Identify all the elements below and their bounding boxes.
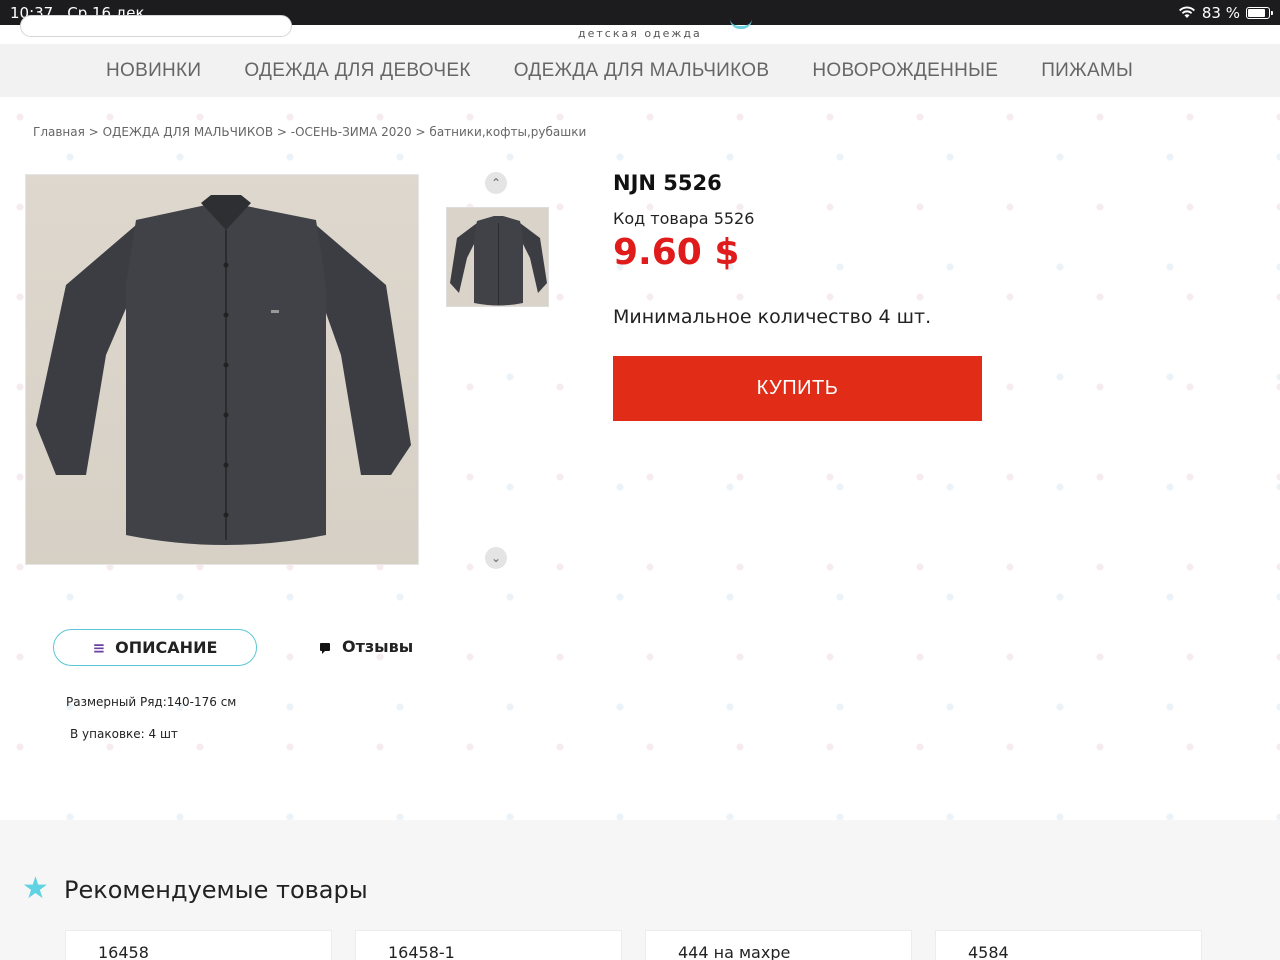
tab-description[interactable]: ≡ ОПИСАНИЕ [53, 629, 257, 666]
tab-reviews-label: Отзывы [342, 637, 414, 656]
comment-icon [320, 642, 330, 654]
recommended-card[interactable]: 444 на махре [645, 930, 912, 960]
recommended-card-title: 16458-1 [388, 943, 455, 960]
breadcrumb-season[interactable]: -ОСЕНЬ-ЗИМА 2020 [291, 125, 412, 139]
product-price: 9.60 $ [613, 232, 740, 273]
site-header: детская одежда [0, 15, 1280, 44]
thumbnail-up-button[interactable]: ⌃ [485, 172, 507, 194]
battery-percent: 83 % [1201, 3, 1240, 22]
logo-subtitle: детская одежда [578, 27, 702, 40]
minimum-quantity: Минимальное количество 4 шт. [613, 306, 932, 328]
breadcrumb-current: батники,кофты,рубашки [429, 125, 587, 139]
recommended-card[interactable]: 4584 [935, 930, 1202, 960]
recommended-card[interactable]: 16458-1 [355, 930, 622, 960]
breadcrumb-separator: > [415, 125, 426, 139]
product-main-image[interactable] [25, 174, 419, 565]
nav-item-new[interactable]: НОВИНКИ [106, 60, 201, 82]
nav-item-boys[interactable]: ОДЕЖДА ДЛЯ МАЛЬЧИКОВ [514, 60, 770, 82]
nav-item-newborn[interactable]: НОВОРОЖДЕННЫЕ [812, 60, 998, 82]
recommended-card[interactable]: 16458 [65, 930, 332, 960]
recommended-title: Рекомендуемые товары [64, 876, 368, 904]
breadcrumb-boys[interactable]: ОДЕЖДА ДЛЯ МАЛЬЧИКОВ [103, 125, 274, 139]
logo-mark [730, 19, 752, 29]
chevron-up-icon: ⌃ [490, 176, 502, 190]
tab-description-label: ОПИСАНИЕ [115, 638, 218, 657]
battery-icon [1246, 6, 1273, 19]
menu-icon: ≡ [92, 638, 106, 657]
buy-button[interactable]: КУПИТЬ [613, 356, 982, 421]
recommended-card-title: 16458 [98, 943, 149, 960]
tab-reviews[interactable]: Отзывы [320, 637, 413, 656]
nav-item-girls[interactable]: ОДЕЖДА ДЛЯ ДЕВОЧЕК [244, 60, 470, 82]
chevron-down-icon: ⌄ [490, 551, 502, 565]
breadcrumb-home[interactable]: Главная [33, 125, 85, 139]
recommended-section: ★ Рекомендуемые товары 16458 16458-1 444… [0, 820, 1280, 960]
description-pack-size: В упаковке: 4 шт [70, 727, 178, 741]
star-icon: ★ [22, 871, 49, 906]
shirt-thumbnail-image [447, 208, 548, 306]
product-page: Главная > ОДЕЖДА ДЛЯ МАЛЬЧИКОВ > -ОСЕНЬ-… [0, 97, 1280, 820]
product-thumbnail[interactable] [446, 207, 549, 307]
recommended-card-title: 444 на махре [678, 943, 791, 960]
thumbnail-down-button[interactable]: ⌄ [485, 547, 507, 569]
breadcrumb-separator: > [276, 125, 287, 139]
breadcrumb-separator: > [88, 125, 99, 139]
product-title: NJN 5526 [613, 171, 722, 195]
description-size-range: Размерный Ряд:140-176 см [66, 695, 237, 709]
search-input[interactable] [20, 15, 292, 37]
main-nav: НОВИНКИ ОДЕЖДА ДЛЯ ДЕВОЧЕК ОДЕЖДА ДЛЯ МА… [0, 44, 1280, 97]
shirt-image [26, 175, 418, 564]
wifi-icon [1178, 6, 1195, 18]
breadcrumb: Главная > ОДЕЖДА ДЛЯ МАЛЬЧИКОВ > -ОСЕНЬ-… [33, 125, 586, 139]
nav-item-pajamas[interactable]: ПИЖАМЫ [1041, 60, 1133, 82]
product-sku: Код товара 5526 [613, 209, 755, 228]
recommended-card-title: 4584 [968, 943, 1009, 960]
